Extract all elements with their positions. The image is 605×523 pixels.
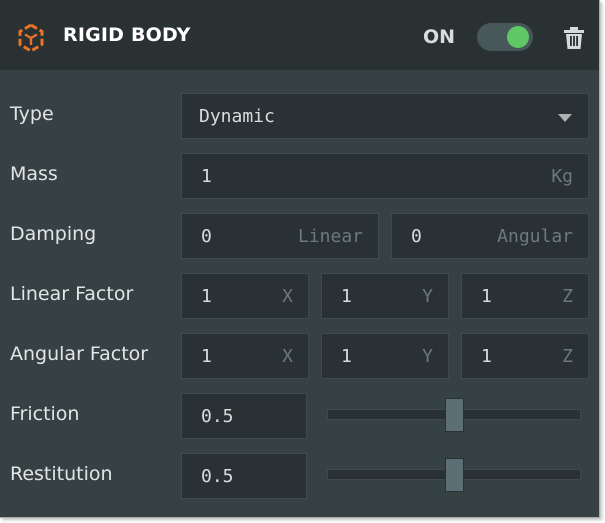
- mass-value: 1: [201, 166, 212, 187]
- mass-label: Mass: [10, 163, 58, 185]
- linear-factor-y-unit: Y: [422, 286, 433, 307]
- linear-factor-z-input[interactable]: 1 Z: [461, 273, 589, 319]
- angular-factor-y-value: 1: [341, 346, 352, 367]
- damping-angular-input[interactable]: 0 Angular: [391, 213, 589, 259]
- angular-factor-label: Angular Factor: [10, 343, 149, 365]
- angular-factor-x-value: 1: [201, 346, 212, 367]
- linear-factor-z-value: 1: [481, 286, 492, 307]
- angular-factor-x-unit: X: [282, 346, 293, 367]
- damping-angular-value: 0: [411, 226, 422, 247]
- angular-factor-z-value: 1: [481, 346, 492, 367]
- damping-angular-unit: Angular: [497, 226, 573, 247]
- mass-unit: Kg: [551, 166, 573, 187]
- panel-title: RIGID BODY: [63, 24, 191, 46]
- enable-toggle[interactable]: [477, 23, 533, 51]
- angular-factor-z-input[interactable]: 1 Z: [461, 333, 589, 379]
- toggle-knob: [507, 26, 529, 48]
- damping-linear-value: 0: [201, 226, 212, 247]
- linear-factor-label: Linear Factor: [10, 283, 134, 305]
- linear-factor-y-value: 1: [341, 286, 352, 307]
- mass-input[interactable]: 1 Kg: [181, 153, 589, 199]
- linear-factor-x-input[interactable]: 1 X: [181, 273, 309, 319]
- restitution-label: Restitution: [10, 463, 113, 485]
- friction-input[interactable]: 0.5: [181, 393, 307, 439]
- damping-label: Damping: [10, 223, 97, 245]
- type-label: Type: [10, 103, 54, 125]
- friction-label: Friction: [10, 403, 80, 425]
- rigid-body-panel: RIGID BODY ON Type Dynamic Mass 1 Kg Dam…: [0, 0, 600, 518]
- friction-slider-handle[interactable]: [444, 398, 464, 432]
- restitution-slider-handle[interactable]: [444, 458, 464, 492]
- angular-factor-x-input[interactable]: 1 X: [181, 333, 309, 379]
- linear-factor-x-value: 1: [201, 286, 212, 307]
- restitution-value: 0.5: [201, 466, 234, 487]
- toggle-label: ON: [423, 26, 456, 48]
- cube-physics-icon: [15, 22, 47, 54]
- chevron-down-icon: [558, 114, 572, 122]
- restitution-input[interactable]: 0.5: [181, 453, 307, 499]
- damping-linear-unit: Linear: [297, 226, 363, 247]
- type-value: Dynamic: [199, 106, 275, 127]
- damping-linear-input[interactable]: 0 Linear: [181, 213, 379, 259]
- type-select[interactable]: Dynamic: [181, 93, 589, 139]
- angular-factor-y-input[interactable]: 1 Y: [321, 333, 449, 379]
- linear-factor-y-input[interactable]: 1 Y: [321, 273, 449, 319]
- panel-header: RIGID BODY ON: [0, 0, 599, 70]
- linear-factor-x-unit: X: [282, 286, 293, 307]
- trash-icon[interactable]: [561, 25, 587, 51]
- angular-factor-y-unit: Y: [422, 346, 433, 367]
- angular-factor-z-unit: Z: [562, 346, 573, 367]
- linear-factor-z-unit: Z: [562, 286, 573, 307]
- friction-value: 0.5: [201, 406, 234, 427]
